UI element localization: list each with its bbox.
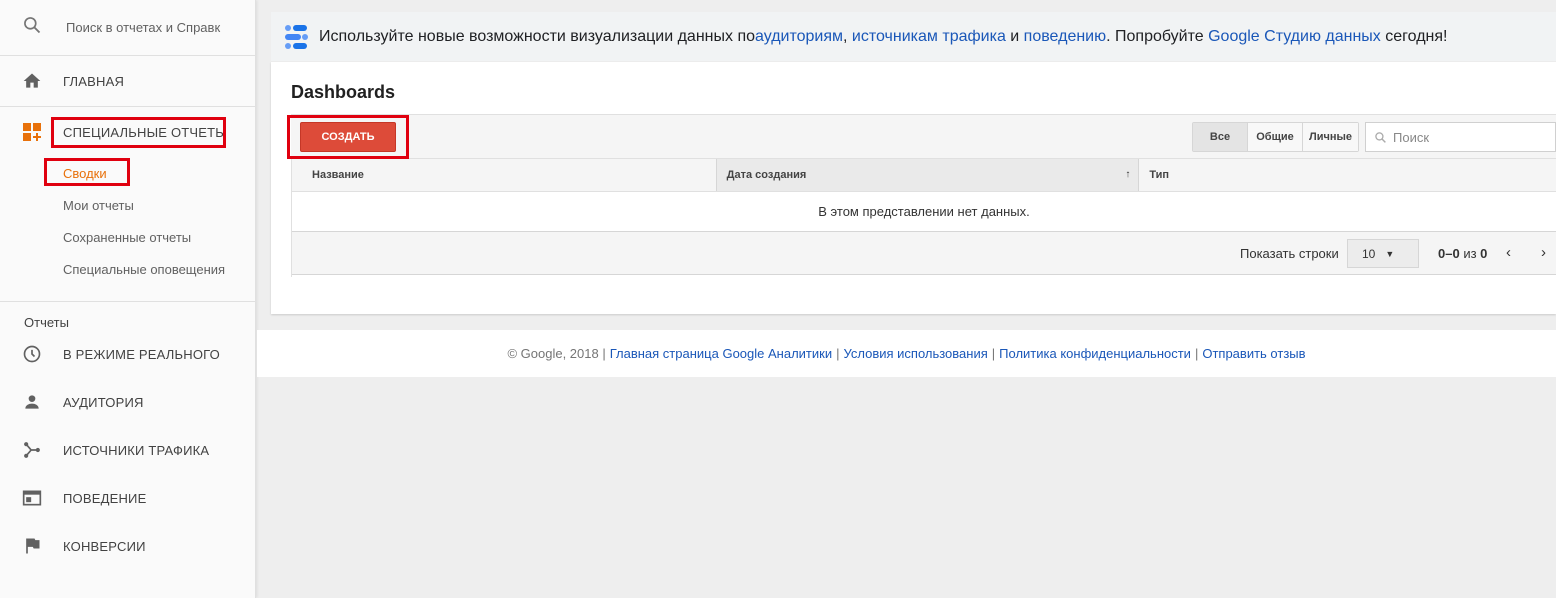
sort-arrow-icon: ↑ — [1125, 169, 1131, 180]
rows-per-page-label: Показать строки — [1240, 246, 1339, 261]
pagination-range-total: 0 — [1480, 246, 1488, 261]
dashboards-card: Dashboards СОЗДАТЬ Все Общие Личные Назв… — [271, 62, 1556, 314]
footer-separator: | — [836, 346, 840, 361]
sidebar-search[interactable]: Поиск в отчетах и Справк — [0, 0, 255, 56]
pagination-range-current: 0–0 — [1438, 246, 1460, 261]
home-icon — [22, 71, 42, 91]
pagination-range-of: из — [1459, 246, 1481, 261]
footer-link-privacy[interactable]: Политика конфиденциальности — [999, 346, 1191, 361]
banner-text: сегодня! — [1380, 27, 1448, 45]
column-header-label: Дата создания — [726, 169, 807, 181]
table-pagination: Показать строки 10 ▼ 0–0 из 0 ‹ › — [292, 232, 1556, 275]
column-header-label: Название — [312, 169, 364, 181]
search-input[interactable] — [1393, 129, 1543, 145]
data-studio-logo-icon — [283, 24, 309, 50]
nav-behavior[interactable]: ПОВЕДЕНИЕ — [0, 474, 255, 522]
column-header-type[interactable]: Тип — [1139, 159, 1556, 191]
nav-behavior-label: ПОВЕДЕНИЕ — [63, 490, 147, 506]
chevron-down-icon: ▼ — [1385, 248, 1395, 259]
studio-banner: Используйте новые возможности визуализац… — [271, 12, 1556, 61]
banner-link-acquisition[interactable]: источникам трафика — [852, 28, 1006, 46]
nav-audience[interactable]: АУДИТОРИЯ — [0, 378, 255, 426]
footer-copyright: © Google, 2018 | — [507, 346, 606, 361]
chevron-left-icon[interactable]: ‹ — [1506, 244, 1511, 261]
sidebar-search-placeholder[interactable]: Поиск в отчетах и Справк — [66, 20, 226, 35]
sidebar-item-my-reports[interactable]: Мои отчеты — [0, 189, 255, 221]
nav-home[interactable]: ГЛАВНАЯ — [0, 56, 255, 106]
nav-custom-reports[interactable]: СПЕЦИАЛЬНЫЕ ОТЧЕТЫ — [0, 107, 255, 157]
column-header-created[interactable]: Дата создания ↑ — [715, 159, 1140, 191]
footer-link-terms[interactable]: Условия использования — [843, 346, 987, 361]
custom-reports-icon — [22, 122, 42, 142]
column-header-name[interactable]: Название — [292, 159, 716, 191]
main-content: Используйте новые возможности визуализац… — [257, 0, 1556, 598]
banner-text: . Попробуйте — [1106, 27, 1209, 45]
table-search[interactable] — [1365, 122, 1556, 152]
banner-text: и — [1005, 27, 1024, 45]
page-title: Dashboards — [291, 82, 396, 102]
sidebar-item-saved-reports[interactable]: Сохраненные отчеты — [0, 221, 255, 253]
nav-conversions[interactable]: КОНВЕРСИИ — [0, 522, 255, 570]
rows-per-page-value: 10 — [1362, 246, 1376, 261]
search-icon — [1374, 131, 1387, 144]
banner-link-data-studio[interactable]: Google Студию данных — [1208, 28, 1381, 46]
rows-per-page-select[interactable]: 10 ▼ — [1347, 239, 1419, 268]
nav-home-label: ГЛАВНАЯ — [63, 73, 125, 89]
dashboards-table: Название Дата создания ↑ Тип В этом пред… — [291, 159, 1556, 277]
pagination-range: 0–0 из 0 — [1438, 246, 1487, 261]
behavior-icon — [22, 488, 42, 508]
banner-link-audience[interactable]: аудиториям — [755, 28, 843, 46]
flag-icon — [22, 536, 42, 556]
nav-realtime[interactable]: В РЕЖИМЕ РЕАЛЬНОГО — [0, 330, 255, 378]
banner-text: , — [843, 27, 852, 45]
sidebar-item-dashboards[interactable]: Сводки — [0, 157, 255, 189]
nav-acquisition-label: ИСТОЧНИКИ ТРАФИКА — [63, 442, 210, 458]
search-icon — [22, 15, 42, 40]
footer: © Google, 2018 | Главная страница Google… — [257, 330, 1556, 377]
nav-audience-label: АУДИТОРИЯ — [63, 394, 144, 410]
chevron-right-icon[interactable]: › — [1541, 244, 1546, 261]
filter-shared[interactable]: Общие — [1248, 123, 1303, 151]
footer-link-ga-home[interactable]: Главная страница Google Аналитики — [610, 346, 832, 361]
table-header: Название Дата создания ↑ Тип — [292, 159, 1556, 192]
footer-separator: | — [991, 346, 996, 361]
empty-state-message: В этом представлении нет данных. — [292, 192, 1556, 232]
footer-link-feedback[interactable]: Отправить отзыв — [1202, 346, 1305, 361]
banner-link-behavior[interactable]: поведению — [1024, 28, 1106, 46]
sidebar: Поиск в отчетах и Справк ГЛАВНАЯ СПЕЦИАЛ… — [0, 0, 256, 598]
nav-acquisition[interactable]: ИСТОЧНИКИ ТРАФИКА — [0, 426, 255, 474]
nav-custom-reports-label: СПЕЦИАЛЬНЫЕ ОТЧЕТЫ — [63, 124, 227, 140]
filter-all[interactable]: Все — [1193, 123, 1248, 151]
dashboards-toolbar: СОЗДАТЬ Все Общие Личные — [291, 114, 1556, 159]
footer-separator: | — [1194, 346, 1199, 361]
create-button[interactable]: СОЗДАТЬ — [300, 122, 396, 152]
nav-realtime-label: В РЕЖИМЕ РЕАЛЬНОГО — [63, 346, 220, 362]
sidebar-item-custom-alerts[interactable]: Специальные оповещения — [0, 253, 255, 285]
filter-private[interactable]: Личные — [1303, 123, 1358, 151]
nav-conversions-label: КОНВЕРСИИ — [63, 538, 146, 554]
filter-segmented-control: Все Общие Личные — [1192, 122, 1359, 152]
person-icon — [22, 392, 42, 412]
banner-text: Используйте новые возможности визуализац… — [319, 27, 756, 45]
clock-icon — [22, 344, 42, 364]
reports-section-label: Отчеты — [24, 315, 69, 330]
column-header-label: Тип — [1149, 169, 1170, 181]
acquisition-icon — [22, 440, 42, 460]
